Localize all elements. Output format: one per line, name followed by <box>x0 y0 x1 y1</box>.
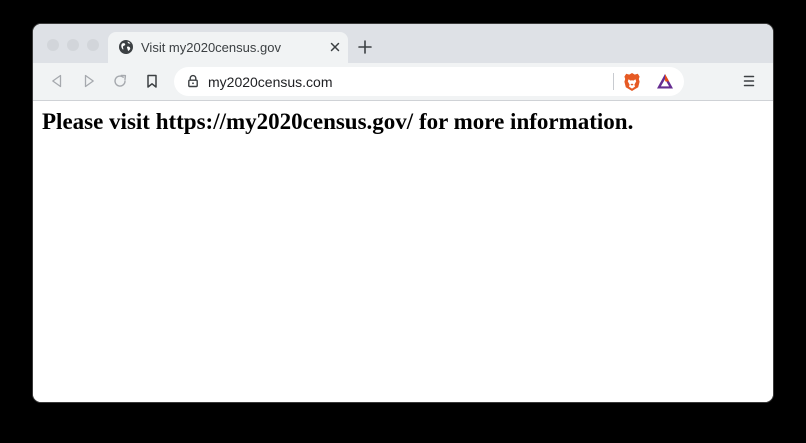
reload-icon[interactable] <box>112 73 128 89</box>
tab-title: Visit my2020census.gov <box>141 40 281 55</box>
close-window-button[interactable] <box>47 39 59 51</box>
menu-icon[interactable] <box>743 74 755 88</box>
globe-icon <box>119 40 133 54</box>
page-message: Please visit https://my2020census.gov/ f… <box>42 109 634 134</box>
close-icon[interactable] <box>328 40 342 54</box>
forward-icon[interactable] <box>81 73 97 89</box>
back-icon[interactable] <box>49 73 65 89</box>
browser-window: Visit my2020census.gov my2020census.com … <box>33 24 773 402</box>
address-bar[interactable]: my2020census.com <box>174 67 684 96</box>
minimize-window-button[interactable] <box>67 39 79 51</box>
tab-strip: Visit my2020census.gov <box>33 24 773 63</box>
brave-lion-icon[interactable] <box>623 72 641 92</box>
bookmark-icon[interactable] <box>144 73 160 89</box>
page-content: Please visit https://my2020census.gov/ f… <box>33 101 773 402</box>
tab-active[interactable]: Visit my2020census.gov <box>108 32 348 63</box>
zoom-window-button[interactable] <box>87 39 99 51</box>
url-text[interactable]: my2020census.com <box>208 74 333 90</box>
address-bar-divider <box>613 73 614 90</box>
bat-triangle-icon[interactable] <box>656 73 674 90</box>
lock-icon[interactable] <box>186 74 200 88</box>
new-tab-button[interactable] <box>357 39 373 55</box>
toolbar: my2020census.com <box>33 63 773 101</box>
